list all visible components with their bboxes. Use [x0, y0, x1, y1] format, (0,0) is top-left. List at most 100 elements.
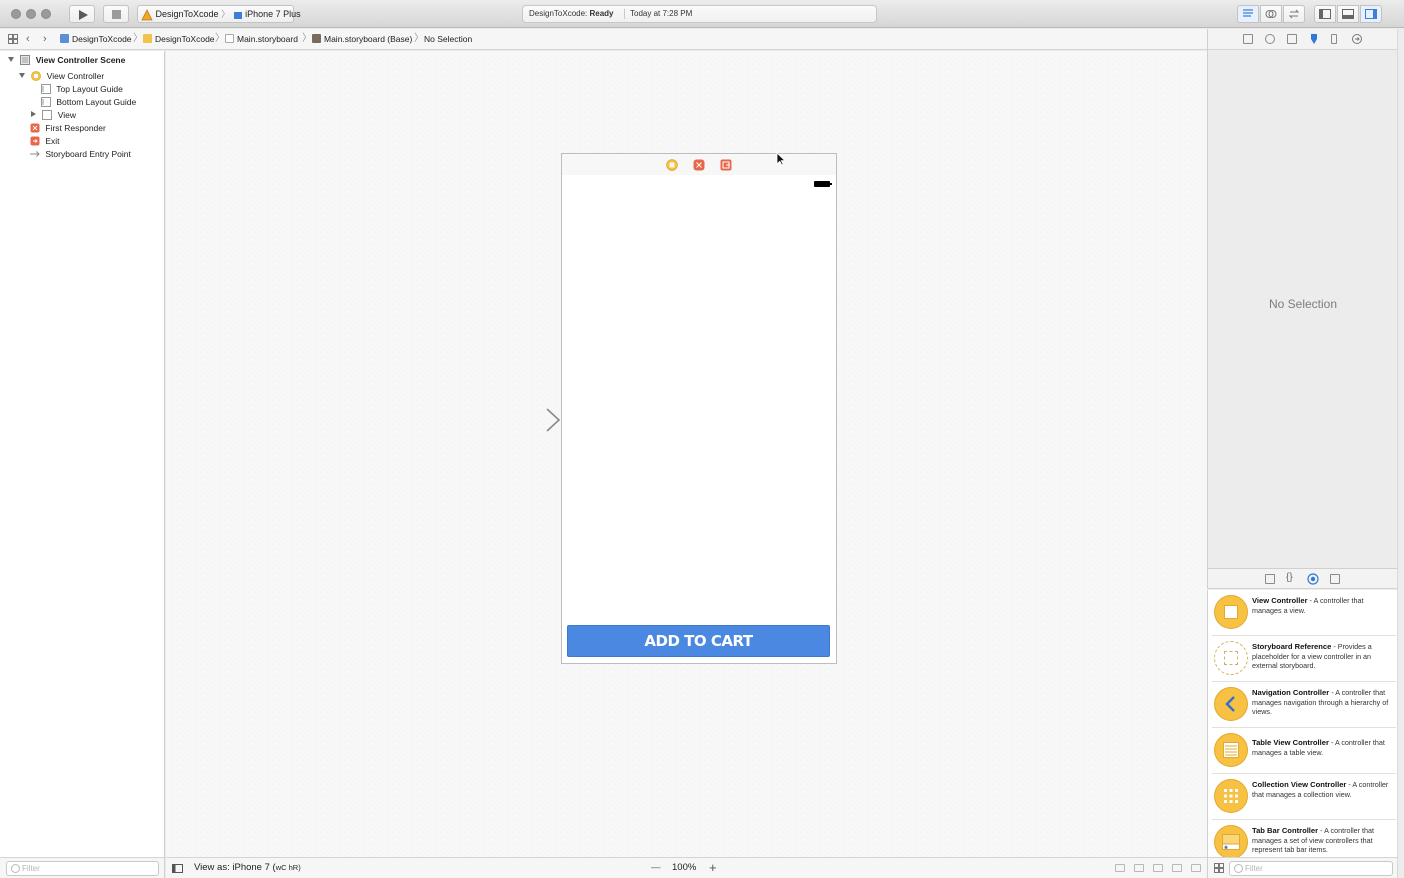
breadcrumb-project[interactable]: DesignToXcode [60, 29, 132, 49]
code-snippet-library-icon[interactable]: {} [1286, 572, 1293, 583]
folder-icon [143, 34, 152, 43]
library-item[interactable]: Storyboard Reference - Provides a placeh… [1212, 636, 1396, 682]
toggle-debug-area-button[interactable] [1337, 5, 1359, 23]
scheme-device-label: iPhone 7 Plus [245, 9, 301, 19]
run-button[interactable] [69, 5, 95, 23]
library-item-text: Table View Controller - A controller tha… [1252, 738, 1385, 757]
disclosure-down-icon[interactable] [8, 57, 14, 62]
media-library-icon[interactable] [1330, 574, 1340, 584]
quick-help-icon[interactable] [1265, 34, 1275, 44]
resolve-auto-layout-icon[interactable] [1191, 864, 1201, 872]
storyboard-reference-icon [1214, 641, 1248, 675]
object-library: View Controller - A controller that mana… [1207, 590, 1397, 857]
filter-icon [11, 864, 20, 873]
breadcrumb-separator-icon: 〉 [215, 33, 225, 44]
activity-status: DesignToXcode: Ready [529, 9, 614, 18]
view-controller-icon[interactable] [666, 159, 678, 171]
breadcrumb-selection[interactable]: No Selection [424, 29, 472, 49]
library-item[interactable]: Navigation Controller - A controller tha… [1212, 682, 1396, 728]
back-arrow-icon[interactable]: ‹ [26, 29, 30, 49]
object-library-icon[interactable] [1307, 573, 1319, 585]
connections-inspector-icon[interactable] [1351, 33, 1363, 45]
library-item[interactable]: Table View Controller - A controller tha… [1212, 728, 1396, 774]
outline-row-bottom-layout-guide[interactable]: Bottom Layout Guide [41, 96, 136, 109]
forward-arrow-icon[interactable]: › [43, 29, 47, 49]
outline-row-entry-point[interactable]: Storyboard Entry Point [30, 148, 131, 161]
outline-row-scene[interactable]: View Controller Scene [8, 54, 125, 67]
related-items-icon[interactable] [8, 34, 18, 44]
zoom-level[interactable]: 100% [672, 858, 696, 878]
zoom-window-button[interactable] [41, 9, 51, 19]
library-item-text: Navigation Controller - A controller tha… [1252, 688, 1389, 717]
outline-row-exit[interactable]: Exit [30, 135, 60, 148]
exit-icon[interactable] [720, 159, 732, 171]
stop-icon [112, 10, 121, 19]
add-to-cart-button[interactable]: ADD TO CART [567, 625, 830, 657]
entry-point-arrow-icon [30, 151, 40, 157]
storyboard-file-icon [225, 34, 234, 43]
outline-row-top-layout-guide[interactable]: Top Layout Guide [41, 83, 123, 96]
breadcrumb-separator-icon: 〉 [414, 33, 424, 44]
embed-in-stack-icon[interactable] [1134, 864, 1144, 872]
disclosure-right-icon[interactable] [31, 111, 36, 117]
view-controller-scene[interactable]: ADD TO CART [561, 175, 837, 664]
scheme-selector[interactable]: DesignToXcode 〉 iPhone 7 Plus [137, 5, 301, 23]
breadcrumb-folder[interactable]: DesignToXcode [143, 29, 215, 49]
standard-editor-icon [1243, 9, 1253, 17]
play-icon [79, 10, 88, 20]
outline-row-view-controller[interactable]: View Controller [19, 70, 104, 83]
toggle-utilities-button[interactable] [1360, 5, 1382, 23]
identity-inspector-icon[interactable] [1287, 34, 1297, 44]
library-item[interactable]: View Controller - A controller that mana… [1212, 590, 1396, 636]
activity-viewer: DesignToXcode: Ready Today at 7:28 PM [522, 5, 877, 23]
view-as-label[interactable]: View as: iPhone 7 (wC hR) [194, 858, 301, 878]
zoom-out-button[interactable]: — [651, 858, 661, 878]
window-edge [1397, 29, 1404, 878]
outline-row-label: View [57, 110, 77, 120]
align-icon[interactable] [1153, 864, 1163, 872]
zoom-in-button[interactable]: + [709, 858, 717, 878]
version-editor-icon [1288, 9, 1300, 19]
outline-row-label: Bottom Layout Guide [56, 97, 137, 107]
breadcrumb-storyboard-base[interactable]: Main.storyboard (Base) [312, 29, 412, 49]
storyboard-canvas[interactable]: ADD TO CART [166, 51, 1207, 857]
attributes-inspector-icon[interactable] [1308, 33, 1320, 45]
storyboard-base-icon [312, 34, 321, 43]
grid-view-icon[interactable] [1214, 863, 1224, 873]
assistant-editor-icon [1265, 10, 1277, 18]
stop-button[interactable] [103, 5, 129, 23]
pin-icon[interactable] [1172, 864, 1182, 872]
device-icon [233, 11, 242, 19]
outline-row-first-responder[interactable]: First Responder [30, 122, 106, 135]
scheme-target-label: DesignToXcode [155, 9, 219, 19]
toggle-outline-icon[interactable] [172, 864, 183, 873]
assistant-editor-button[interactable] [1260, 5, 1282, 23]
library-item[interactable]: Collection View Controller - A controlle… [1212, 774, 1396, 820]
outline-row-view[interactable]: View [31, 109, 76, 122]
library-item[interactable]: Tab Bar Controller - A controller that m… [1212, 820, 1396, 857]
close-window-button[interactable] [11, 9, 21, 19]
version-editor-button[interactable] [1283, 5, 1305, 23]
file-template-library-icon[interactable] [1265, 574, 1275, 584]
file-inspector-icon[interactable] [1243, 34, 1253, 44]
inspector-tab-bar [1208, 29, 1398, 50]
disclosure-down-icon[interactable] [19, 73, 25, 78]
left-panel-icon [1319, 9, 1331, 19]
standard-editor-button[interactable] [1237, 5, 1259, 23]
size-inspector-icon[interactable] [1331, 34, 1337, 44]
first-responder-icon[interactable] [693, 159, 705, 171]
scene-dock [561, 153, 837, 176]
storyboard-entry-arrow-icon[interactable] [490, 407, 562, 433]
breadcrumb-storyboard[interactable]: Main.storyboard [225, 29, 298, 49]
outline-row-label: First Responder [45, 123, 106, 133]
library-filter-input[interactable]: Filter [1229, 861, 1393, 876]
document-outline: View Controller Scene View Controller To… [0, 51, 165, 857]
toggle-navigator-button[interactable] [1314, 5, 1336, 23]
minimize-window-button[interactable] [26, 9, 36, 19]
no-selection-label: No Selection [1268, 297, 1338, 311]
update-frames-icon[interactable] [1115, 864, 1125, 872]
jump-bar: ‹ › DesignToXcode 〉 DesignToXcode 〉 Main… [0, 29, 1207, 50]
library-item-text: Storyboard Reference - Provides a placeh… [1252, 642, 1372, 671]
outline-filter-input[interactable]: Filter [6, 861, 159, 876]
outline-row-label: View Controller Scene [35, 55, 126, 65]
